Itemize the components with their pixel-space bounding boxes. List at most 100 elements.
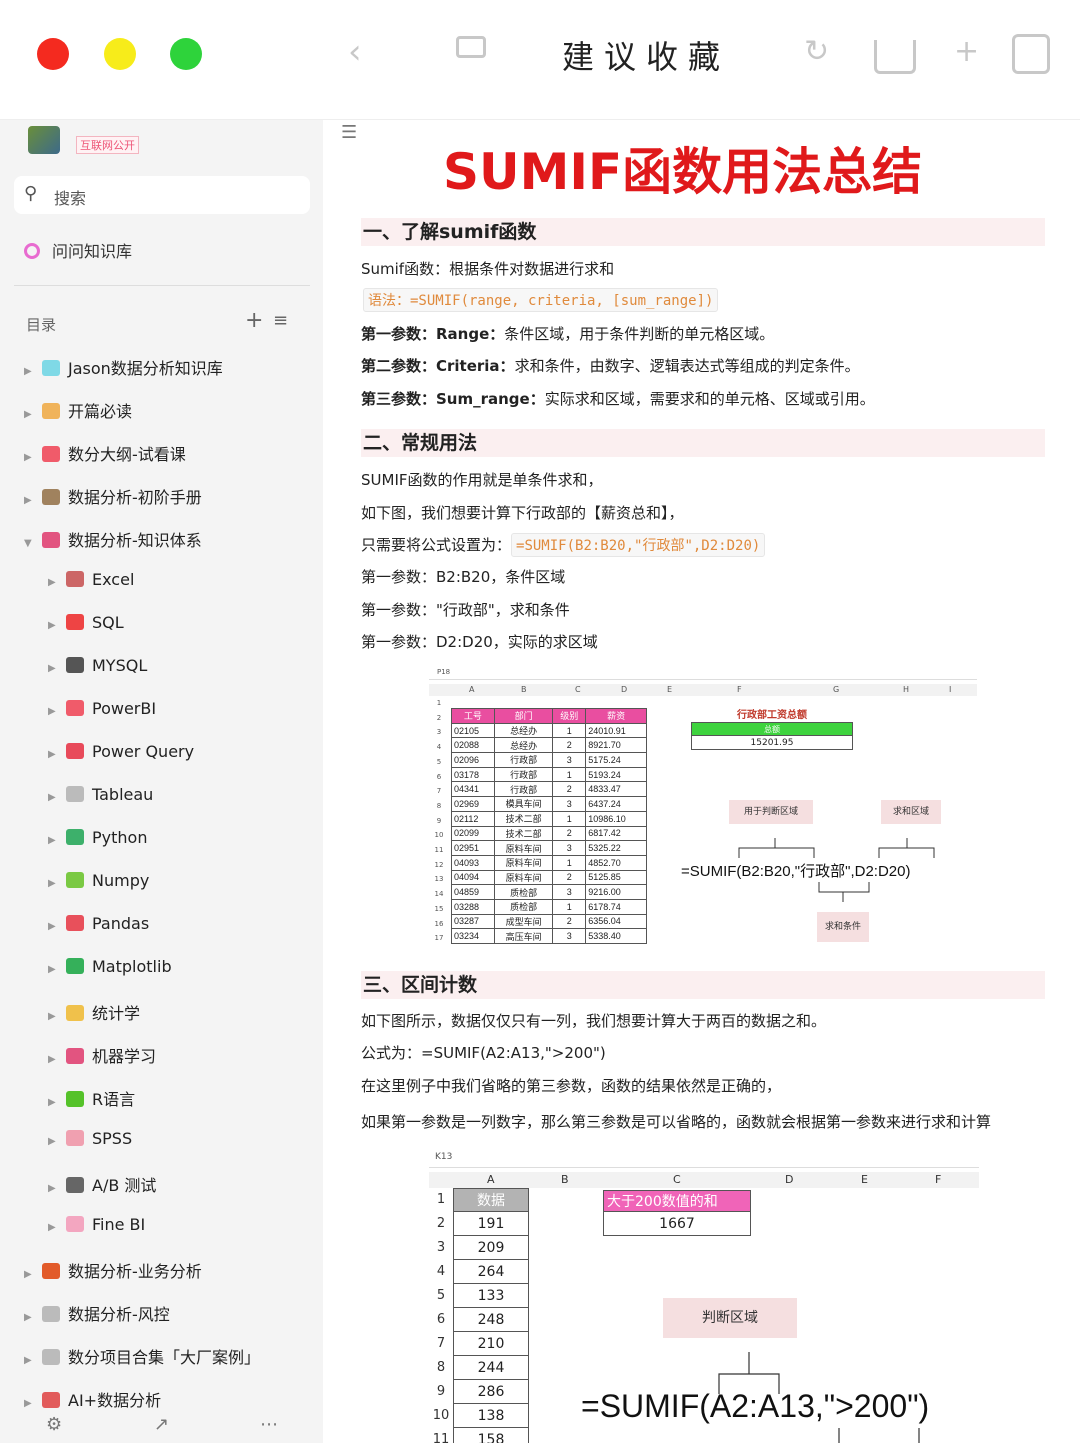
note-icon [66,1005,84,1021]
share-icon[interactable] [874,40,916,74]
sidebar-item[interactable]: ▶ Fine BI [48,1215,145,1245]
sidebar-item-label: Excel [92,570,135,589]
refresh-icon[interactable]: ↻ [804,30,829,74]
outline-menu-icon[interactable]: ☰ [341,122,357,143]
sidebar-item[interactable]: ▶ Power Query [48,742,194,772]
sidebar-item[interactable]: ▶ Tableau [48,785,153,815]
window-title: 建议收藏 [562,38,731,76]
sidebar-item-label: Pandas [92,914,150,933]
chevron-right-icon[interactable]: ▶ [24,1269,42,1280]
sidebar-item[interactable]: ▶ 数据分析-初阶手册 [24,484,202,514]
folder-icon [42,360,60,376]
chevron-right-icon[interactable]: ▶ [24,1312,42,1323]
music-note-icon [42,532,60,548]
sidebar-item[interactable]: ▶ Python [48,828,147,858]
chevron-right-icon[interactable]: ▶ [24,409,42,420]
search-input[interactable]: ⚲ 搜索 [14,176,310,214]
more-icon[interactable]: ⋯ [260,1414,278,1435]
chevron-right-icon[interactable]: ▶ [24,495,42,506]
chevron-right-icon[interactable]: ▶ [24,452,42,463]
sidebar-item-label: SPSS [92,1129,133,1148]
minimize-window-button[interactable] [104,38,136,70]
sidebar-item[interactable]: ▶ 数据分析-业务分析 [24,1258,202,1288]
sidebar-item-label: PowerBI [92,699,157,718]
sidebar-item[interactable]: ▶ Numpy [48,871,149,901]
sidebar-item[interactable]: ▶ Matplotlib [48,957,172,987]
sidebar-item[interactable]: ▶ 数据分析-风控 [24,1301,170,1331]
list-icon[interactable]: ≡ [273,310,288,331]
s3-line-1: 如下图所示，数据仅仅只有一列，我们想要计算大于两百的数据之和。 [361,1012,827,1030]
gem-icon [42,446,60,462]
kb-ring-icon [24,243,40,259]
sidebar-item[interactable]: ▶ MYSQL [48,656,147,686]
chevron-right-icon[interactable]: ▶ [48,577,66,588]
sidebar-item[interactable]: ▶ 开篇必读 [24,398,132,428]
sidebar-item[interactable]: ▶ 机器学习 [48,1043,156,1073]
search-placeholder: 搜索 [54,189,87,208]
tag-icon [66,1177,84,1193]
chevron-right-icon[interactable]: ▶ [48,921,66,932]
s2-formula-code: =SUMIF(B2:B20,"行政部",D2:D20) [511,533,766,557]
chevron-right-icon[interactable]: ▶ [48,878,66,889]
settings-icon[interactable]: ⚙ [46,1414,62,1435]
chevron-right-icon[interactable]: ▶ [48,1011,66,1022]
brand-logo [28,126,60,154]
param-3-text: 实际求和区域，需要求和的单元格、区域或引用。 [544,390,875,408]
chevron-right-icon[interactable]: ▶ [48,964,66,975]
param-1-text: 条件区域，用于条件判断的单元格区域。 [504,325,775,343]
link-icon [42,1349,60,1365]
sidebar-item[interactable]: ▶ PowerBI [48,699,156,729]
sidebar-item-label: 机器学习 [92,1047,157,1066]
sidebar-item[interactable]: ▶ Jason数据分析知识库 [24,355,223,385]
chevron-right-icon[interactable]: ▶ [48,706,66,717]
s3-line-4: 如果第一参数是一列数字，那么第三参数是可以省略的，函数就会根据第一参数来进行求和… [361,1113,992,1131]
maximize-window-button[interactable] [170,38,202,70]
s1-syntax: 语法：=SUMIF(range, criteria, [sum_range]) [363,288,719,312]
sidebar-item[interactable]: ▶ Excel [48,570,134,600]
sidebar-item-label: SQL [92,613,124,632]
kb-link[interactable]: 问问知识库 [24,238,132,262]
chevron-down-icon[interactable]: ▼ [24,538,42,549]
sidebar-item[interactable]: ▶ 统计学 [48,1000,140,1030]
sidebar-item[interactable]: ▶ R语言 [48,1086,135,1116]
chevron-right-icon[interactable]: ▶ [48,749,66,760]
cherries-icon [66,614,84,630]
excel-icon [66,571,84,587]
s3-line-2: 公式为：=SUMIF(A2:A13,">200") [361,1044,606,1062]
plus-icon[interactable]: + [954,30,979,74]
sidebar-item-label: Matplotlib [92,957,172,976]
close-window-button[interactable] [37,38,69,70]
sidebar-toggle-icon[interactable] [456,36,486,58]
sidebar-item[interactable]: ▶ SQL [48,613,124,643]
chevron-right-icon[interactable]: ▶ [48,1136,66,1147]
chevron-right-icon[interactable]: ▶ [24,1355,42,1366]
sidebar-item[interactable]: ▼ 数据分析-知识体系 [24,527,202,557]
chevron-right-icon[interactable]: ▶ [48,1222,66,1233]
chevron-right-icon[interactable]: ▶ [24,1398,42,1409]
globe-icon [66,1216,84,1232]
sidebar-item-label: 数据分析-业务分析 [68,1262,202,1281]
chevron-right-icon[interactable]: ▶ [48,1054,66,1065]
s2-line-4: 第一参数：B2:B20，条件区域 [361,568,566,586]
formula-diagram: =SUMIF(A2:A13,">200") [581,1388,930,1424]
sidebar-item-label: 统计学 [92,1004,141,1023]
sidebar-item[interactable]: ▶ A/B 测试 [48,1172,156,1202]
chevron-right-icon[interactable]: ▶ [48,792,66,803]
sidebar-item[interactable]: ▶ 数分大纲-试看课 [24,441,186,471]
chevron-right-icon[interactable]: ▶ [48,835,66,846]
document-pane: ☰ SUMIF函数用法总结 一、了解sumif函数 Sumif函数：根据条件对数… [323,120,1080,1443]
share-icon[interactable]: ↗ [154,1414,169,1435]
chevron-right-icon[interactable]: ▶ [48,1183,66,1194]
chevron-left-icon[interactable]: ‹ [348,30,362,74]
chevron-right-icon[interactable]: ▶ [48,1097,66,1108]
chevron-right-icon[interactable]: ▶ [24,366,42,377]
sidebar-item[interactable]: ▶ SPSS [48,1129,132,1159]
sidebar-item-label: Numpy [92,871,150,890]
brand-tag: 互联网公开 [76,136,139,154]
chevron-right-icon[interactable]: ▶ [48,620,66,631]
copy-icon[interactable] [1012,34,1050,74]
chevron-right-icon[interactable]: ▶ [48,663,66,674]
sidebar-item[interactable]: ▶ Pandas [48,914,149,944]
sidebar-item[interactable]: ▶ 数分项目合集「大厂案例」 [24,1344,260,1374]
add-icon[interactable]: + [245,308,263,333]
